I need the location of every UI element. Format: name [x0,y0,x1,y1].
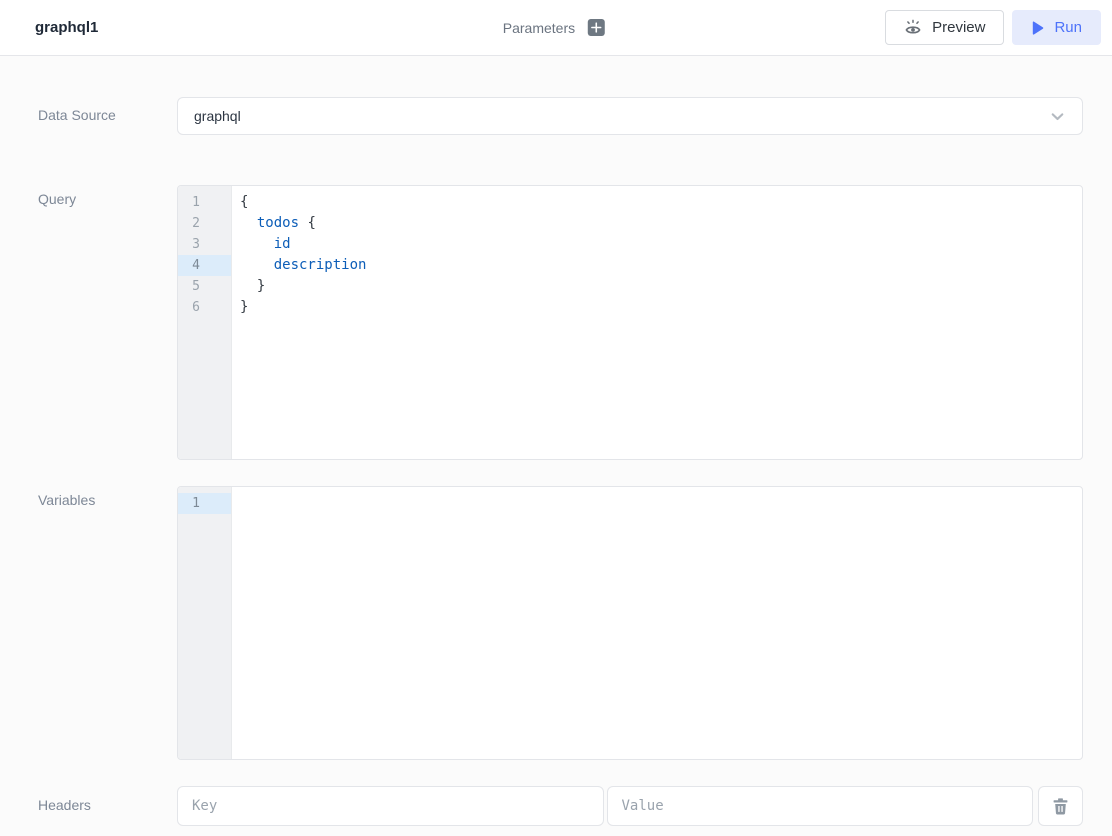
delete-header-button[interactable] [1038,786,1083,826]
chevron-down-icon [1049,108,1066,125]
query-label: Query [38,185,177,207]
parameters-label: Parameters [503,20,575,36]
query-code-editor[interactable]: 123456{ todos { id description }} [177,185,1083,460]
variables-code-editor[interactable]: 1 [177,486,1083,760]
parameters-section: Parameters [503,0,605,55]
header-value-input[interactable] [607,786,1034,826]
line-number: 4 [178,255,231,276]
play-icon [1031,21,1044,35]
query-row: Query 123456{ todos { id description }} [0,185,1112,460]
code-line: } [240,276,1082,297]
code-line: todos { [240,213,1082,234]
run-button[interactable]: Run [1012,10,1101,45]
add-parameter-button[interactable] [588,19,605,36]
code-line: } [240,297,1082,318]
preview-button-label: Preview [932,19,985,36]
plus-icon [591,22,602,33]
data-source-row: Data Source graphql [0,97,1112,135]
query-name[interactable]: graphql1 [35,19,98,36]
code-line: id [240,234,1082,255]
line-number-gutter: 1 [178,487,232,759]
headers-label: Headers [38,786,177,813]
run-button-label: Run [1054,19,1082,36]
eye-icon [904,19,922,36]
preview-button[interactable]: Preview [885,10,1004,45]
line-number: 2 [178,213,231,234]
code-content[interactable]: { todos { id description }} [232,186,1082,459]
line-number: 3 [178,234,231,255]
code-line [240,493,1082,514]
query-editor-body: Data Source graphql Query 123456{ todos … [0,97,1112,826]
query-editor-header: graphql1 Parameters Preview Run [0,0,1112,56]
variables-label: Variables [38,486,177,508]
code-line: description [240,255,1082,276]
code-content[interactable] [232,487,1082,759]
line-number: 5 [178,276,231,297]
trash-icon [1053,798,1068,815]
code-line: { [240,192,1082,213]
headers-row: Headers [0,786,1112,826]
header-actions: Preview Run [885,10,1101,45]
line-number: 6 [178,297,231,318]
data-source-select[interactable]: graphql [177,97,1083,135]
header-key-input[interactable] [177,786,604,826]
data-source-label: Data Source [38,97,177,123]
line-number: 1 [178,192,231,213]
line-number-gutter: 123456 [178,186,232,459]
variables-row: Variables 1 [0,486,1112,760]
line-number: 1 [178,493,231,514]
data-source-value: graphql [194,108,241,124]
